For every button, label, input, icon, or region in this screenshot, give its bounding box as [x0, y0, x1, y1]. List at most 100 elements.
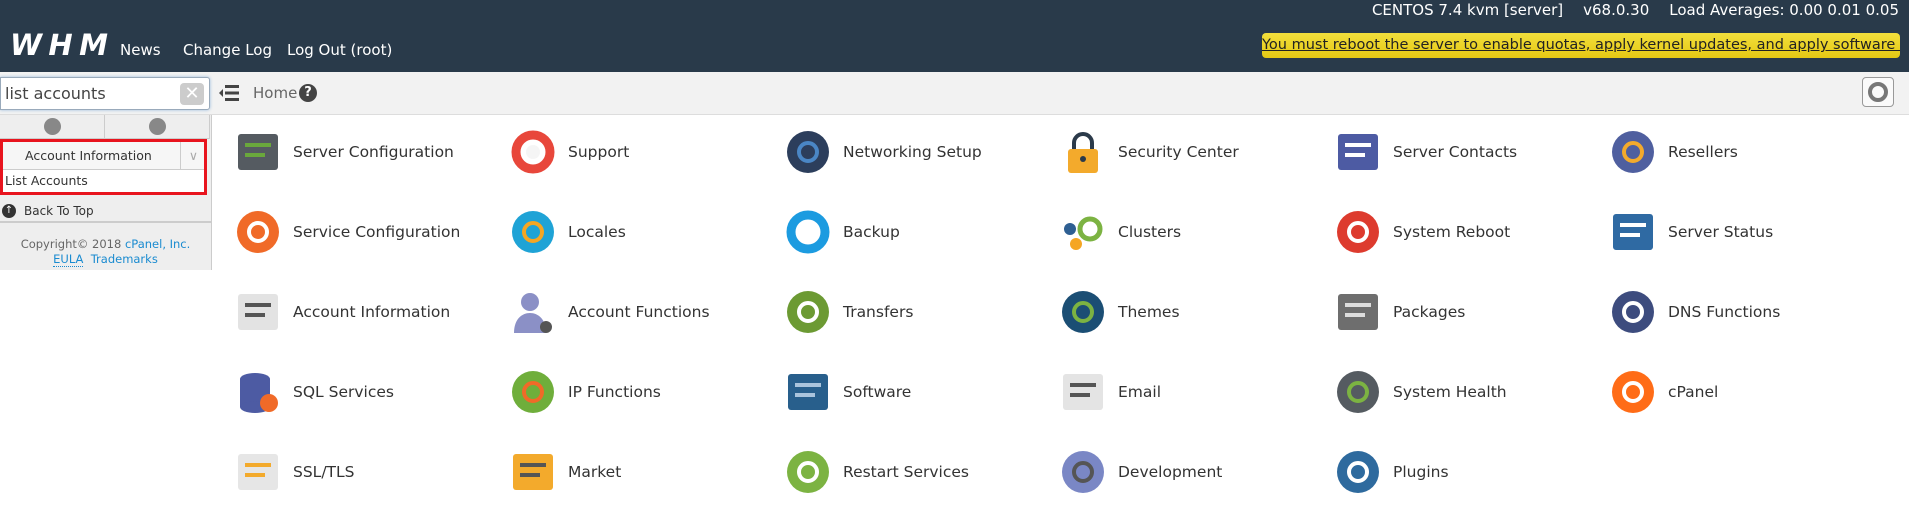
feature-account-information[interactable]: Account Information — [235, 287, 505, 337]
lifebuoy-icon — [511, 130, 555, 174]
nav-news[interactable]: News — [120, 41, 161, 59]
transfer-arrows-icon — [787, 291, 829, 333]
feature-label: Support — [568, 143, 630, 161]
feature-label: Themes — [1118, 303, 1180, 321]
trademarks-link[interactable]: Trademarks — [91, 252, 158, 266]
feature-system-reboot[interactable]: System Reboot — [1335, 207, 1605, 257]
whm-logo[interactable]: WHM — [10, 30, 110, 58]
feature-label: Backup — [843, 223, 900, 241]
toolbar: ✕ Home ? — [0, 72, 1909, 115]
server-gear-icon — [238, 134, 278, 170]
feature-themes[interactable]: Themes — [1060, 287, 1330, 337]
back-to-top-label: Back To Top — [24, 204, 94, 218]
feature-label: Restart Services — [843, 463, 969, 481]
chevron-up-icon — [44, 118, 61, 135]
chevron-down-icon — [149, 118, 166, 135]
certificate-icon — [238, 454, 278, 490]
clear-search-icon[interactable]: ✕ — [180, 83, 204, 105]
load-averages: Load Averages: 0.00 0.01 0.05 — [1669, 1, 1899, 19]
contacts-icon — [1338, 134, 1378, 170]
speech-bubble-icon — [512, 211, 554, 253]
collapse-sidebar-icon[interactable] — [218, 82, 240, 104]
sidebar-item-list-accounts[interactable]: List Accounts — [3, 170, 204, 192]
feature-transfers[interactable]: Transfers — [785, 287, 1055, 337]
feature-label: Software — [843, 383, 912, 401]
feature-label: Email — [1118, 383, 1162, 401]
backup-clock-icon — [786, 210, 830, 254]
restart-icon — [787, 451, 829, 493]
feature-backup[interactable]: Backup — [785, 207, 1055, 257]
cpanel-link[interactable]: cPanel, Inc. — [125, 237, 190, 251]
help-icon[interactable]: ? — [299, 84, 317, 102]
feature-plugins[interactable]: Plugins — [1335, 447, 1605, 497]
sidebar-category-account-information[interactable]: Account Information ∨ — [3, 142, 204, 170]
copyright-text: Copyright© 2018 — [20, 237, 122, 251]
feature-packages[interactable]: Packages — [1335, 287, 1605, 337]
breadcrumb-home[interactable]: Home — [253, 84, 297, 102]
feature-server-configuration[interactable]: Server Configuration — [235, 127, 505, 177]
feature-market[interactable]: Market — [510, 447, 780, 497]
feature-resellers[interactable]: Resellers — [1610, 127, 1880, 177]
feature-label: Server Contacts — [1393, 143, 1518, 161]
feature-label: Server Configuration — [293, 143, 454, 161]
svg-text:WHM: WHM — [10, 30, 108, 58]
wrench-gear-icon — [237, 211, 279, 253]
feature-label: cPanel — [1668, 383, 1719, 401]
plug-icon — [1337, 451, 1379, 493]
feature-software[interactable]: Software — [785, 367, 1055, 417]
feature-ssl-tls[interactable]: SSL/TLS — [235, 447, 505, 497]
system-info: CENTOS 7.4 kvm [server] v68.0.30 Load Av… — [1372, 1, 1899, 19]
feature-clusters[interactable]: Clusters — [1060, 207, 1330, 257]
back-to-top-link[interactable]: ↑ Back To Top — [0, 199, 211, 223]
feature-development[interactable]: Development — [1060, 447, 1330, 497]
os-info: CENTOS 7.4 kvm [server] — [1371, 1, 1564, 19]
feature-account-functions[interactable]: Account Functions — [510, 287, 780, 337]
feature-label: Transfers — [843, 303, 914, 321]
globe-ip-icon — [512, 371, 554, 413]
feature-networking-setup[interactable]: Networking Setup — [785, 127, 1055, 177]
feature-label: Locales — [568, 223, 626, 241]
feature-restart-services[interactable]: Restart Services — [785, 447, 1055, 497]
scroll-down-button[interactable] — [105, 115, 210, 139]
arrow-up-circle-icon: ↑ — [2, 204, 16, 218]
feature-sql-services[interactable]: SQL Services — [235, 367, 505, 417]
feature-server-status[interactable]: Server Status — [1610, 207, 1880, 257]
padlock-icon — [1068, 132, 1098, 173]
feature-label: SQL Services — [293, 383, 394, 401]
feature-service-configuration[interactable]: Service Configuration — [235, 207, 505, 257]
feature-support[interactable]: Support — [510, 127, 780, 177]
scroll-up-button[interactable] — [0, 115, 105, 139]
eula-link[interactable]: EULA — [53, 252, 84, 267]
feature-ip-functions[interactable]: IP Functions — [510, 367, 780, 417]
power-icon — [1337, 211, 1379, 253]
nav-logout[interactable]: Log Out (root) — [287, 41, 392, 59]
reboot-warning-banner[interactable]: You must reboot the server to enable quo… — [1262, 33, 1900, 58]
chevron-down-icon[interactable]: ∨ — [179, 142, 198, 170]
feature-locales[interactable]: Locales — [510, 207, 780, 257]
feature-label: Plugins — [1393, 463, 1449, 481]
support-lifebuoy-button[interactable] — [1862, 77, 1894, 107]
network-icon — [787, 131, 829, 173]
envelope-icon — [1063, 374, 1103, 410]
feature-email[interactable]: Email — [1060, 367, 1330, 417]
feature-cpanel[interactable]: cPanel — [1610, 367, 1880, 417]
feature-server-contacts[interactable]: Server Contacts — [1335, 127, 1605, 177]
lifebuoy-icon — [1868, 82, 1888, 102]
gear-pulse-icon — [1337, 371, 1379, 413]
feature-dns-functions[interactable]: DNS Functions — [1610, 287, 1880, 337]
cpanel-logo-icon — [1612, 371, 1654, 413]
nav-change-log[interactable]: Change Log — [183, 41, 272, 59]
sidebar: Account Information ∨ List Accounts ↑ Ba… — [0, 115, 212, 270]
search-input[interactable] — [0, 77, 210, 110]
feature-label: System Health — [1393, 383, 1507, 401]
feature-label: Account Information — [293, 303, 451, 321]
feature-security-center[interactable]: Security Center — [1060, 127, 1330, 177]
feature-label: Packages — [1393, 303, 1466, 321]
feature-label: Development — [1118, 463, 1223, 481]
id-card-icon — [238, 294, 278, 330]
tag-icon — [1612, 131, 1654, 173]
feature-label: DNS Functions — [1668, 303, 1781, 321]
feature-system-health[interactable]: System Health — [1335, 367, 1605, 417]
software-window-icon — [788, 374, 828, 410]
feature-label: Resellers — [1668, 143, 1738, 161]
